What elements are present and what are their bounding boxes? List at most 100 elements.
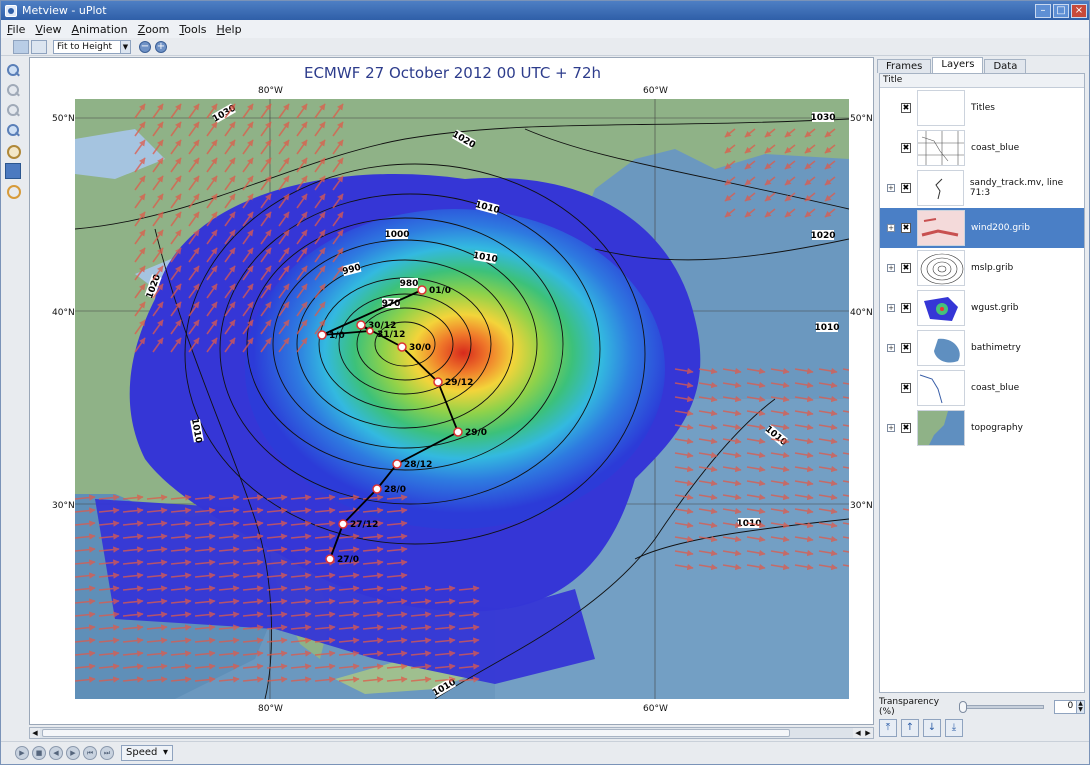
zoom-out-button[interactable]: − xyxy=(139,40,151,53)
play-icon[interactable]: ▶ xyxy=(15,745,29,760)
visibility-checkbox[interactable]: ✖ xyxy=(901,223,911,233)
transparency-input[interactable]: 0 xyxy=(1053,700,1078,714)
track-label-30-0: 30/0 xyxy=(409,343,431,353)
speed-select[interactable]: Speed ▾ xyxy=(121,744,173,761)
move-up-button[interactable]: ↑ xyxy=(901,719,919,737)
scroll-left-icon[interactable]: ◀ xyxy=(30,728,40,738)
isobar-label-1030-east: 1030 xyxy=(810,113,835,123)
scroll-right-icon[interactable]: ▶ xyxy=(863,728,873,738)
fit-mode-select[interactable]: Fit to Height xyxy=(53,39,121,54)
zoom-prev-icon[interactable] xyxy=(5,83,21,99)
expand-icon[interactable]: + xyxy=(887,184,895,192)
expand-icon[interactable]: + xyxy=(887,224,895,232)
track-label-28-12: 28/12 xyxy=(404,460,432,470)
track-label-27-0: 27/0 xyxy=(337,555,359,565)
track-label-29-0: 29/0 xyxy=(465,428,487,438)
track-label-01-0: 01/0 xyxy=(429,286,451,296)
sidebar-panel: Frames Layers Data Title ✖ Titles ✖ coas… xyxy=(877,57,1089,741)
layout-button[interactable] xyxy=(31,39,47,54)
lat-label-right-40n: 40°N xyxy=(850,308,873,318)
visibility-checkbox[interactable]: ✖ xyxy=(901,343,911,353)
menu-tools[interactable]: Tools xyxy=(179,23,206,36)
maximize-button[interactable]: □ xyxy=(1053,3,1069,18)
cursor-data-icon[interactable] xyxy=(5,183,21,199)
visibility-checkbox[interactable]: ✖ xyxy=(900,183,911,193)
zoom-stack-icon[interactable] xyxy=(5,123,21,139)
expand-icon[interactable]: + xyxy=(887,304,895,312)
visibility-checkbox[interactable]: ✖ xyxy=(901,383,911,393)
tab-frames[interactable]: Frames xyxy=(877,59,932,73)
horizontal-scrollbar[interactable]: ◀ ◀ ▶ xyxy=(29,727,874,739)
step-back-icon[interactable]: ◀ xyxy=(49,745,63,760)
first-frame-icon[interactable]: ⏮ xyxy=(83,745,97,760)
move-bottom-button[interactable]: ⤓ xyxy=(945,719,963,737)
minimize-button[interactable]: – xyxy=(1035,3,1051,18)
titles-thumb-icon xyxy=(917,90,965,126)
stop-icon[interactable]: ■ xyxy=(32,745,46,760)
app-window: Metview - uPlot – □ × File View Animatio… xyxy=(0,0,1090,765)
track-label-1-0: 1/0 xyxy=(329,331,345,341)
tab-data[interactable]: Data xyxy=(984,59,1027,73)
transparency-control: Transparency (%) 0 ▲ ▼ xyxy=(879,697,1085,717)
plot-canvas[interactable]: ECMWF 27 October 2012 00 UTC + 72h 80°W … xyxy=(29,57,874,725)
slider-handle[interactable] xyxy=(958,701,967,713)
track-label-27-12: 27/12 xyxy=(350,520,378,530)
lat-label-right-30n: 30°N xyxy=(850,501,873,511)
expand-icon[interactable]: + xyxy=(887,344,895,352)
transparency-slider[interactable] xyxy=(958,701,1044,713)
chevron-down-icon: ▾ xyxy=(162,747,168,758)
step-forward-icon[interactable]: ▶ xyxy=(66,745,80,760)
layer-row-selected[interactable]: + ✖ wind200.grib xyxy=(880,208,1084,248)
menu-bar: File View Animation Zoom Tools Help xyxy=(1,20,1089,38)
isobar-label-980: 980 xyxy=(400,279,419,289)
layer-row[interactable]: ✖ coast_blue xyxy=(880,128,1084,168)
move-top-button[interactable]: ⤒ xyxy=(879,719,897,737)
lat-label-left-50n: 50°N xyxy=(52,114,75,124)
expand-icon[interactable]: + xyxy=(887,264,895,272)
expand-icon[interactable]: + xyxy=(887,424,895,432)
last-frame-icon[interactable]: ⏭ xyxy=(100,745,114,760)
track-label-28-0: 28/0 xyxy=(384,485,406,495)
visibility-checkbox[interactable]: ✖ xyxy=(901,143,911,153)
layer-row[interactable]: ✖ Titles xyxy=(880,88,1084,128)
scroll-thumb[interactable] xyxy=(42,729,790,737)
layer-order-buttons: ⤒ ↑ ↓ ⤓ xyxy=(879,719,967,737)
area-select-icon[interactable] xyxy=(5,163,21,179)
sidebar-toggle-button[interactable] xyxy=(13,39,29,54)
menu-view[interactable]: View xyxy=(35,23,61,36)
magnifier-icon[interactable] xyxy=(5,143,21,159)
layer-row[interactable]: + ✖ mslp.grib xyxy=(880,248,1084,288)
menu-animation[interactable]: Animation xyxy=(72,23,128,36)
bathymetry-thumb-icon xyxy=(917,330,965,366)
layer-row[interactable]: ✖ coast_blue xyxy=(880,368,1084,408)
layer-row[interactable]: + ✖ bathimetry xyxy=(880,328,1084,368)
chevron-down-icon[interactable]: ▼ xyxy=(121,39,131,54)
move-down-button[interactable]: ↓ xyxy=(923,719,941,737)
layer-row[interactable]: + ✖ sandy_track.mv, line 71:3 xyxy=(880,168,1084,208)
weather-map[interactable]: 1030 1020 1010 1000 990 980 970 1030 102… xyxy=(75,99,849,699)
layer-row[interactable]: + ✖ topography xyxy=(880,408,1084,448)
close-button[interactable]: × xyxy=(1071,3,1087,18)
wind-thumb-icon xyxy=(917,210,965,246)
visibility-checkbox[interactable]: ✖ xyxy=(901,303,911,313)
spin-arrows-icon[interactable]: ▲ ▼ xyxy=(1077,700,1085,714)
zoom-in-button[interactable]: + xyxy=(155,40,167,53)
zoom-next-icon[interactable] xyxy=(5,103,21,119)
layers-list: Title ✖ Titles ✖ coast_blue + ✖ sandy_tr… xyxy=(879,73,1085,693)
tab-layers[interactable]: Layers xyxy=(932,57,984,73)
zoom-tool-icon[interactable] xyxy=(5,63,21,79)
map-svg: 1030 1020 1010 1000 990 980 970 1030 102… xyxy=(75,99,849,699)
menu-file[interactable]: File xyxy=(7,23,25,36)
visibility-checkbox[interactable]: ✖ xyxy=(901,263,911,273)
menu-help[interactable]: Help xyxy=(216,23,241,36)
lon-label-top-60w: 60°W xyxy=(643,86,668,96)
track-label-31-12: 31/12 xyxy=(377,330,405,340)
menu-zoom[interactable]: Zoom xyxy=(138,23,170,36)
visibility-checkbox[interactable]: ✖ xyxy=(901,103,911,113)
metview-app-icon xyxy=(5,4,17,17)
scroll-left-end-icon[interactable]: ◀ xyxy=(853,728,863,738)
lon-label-bottom-80w: 80°W xyxy=(258,704,283,714)
layer-row[interactable]: + ✖ wgust.grib xyxy=(880,288,1084,328)
lon-label-top-80w: 80°W xyxy=(258,86,283,96)
visibility-checkbox[interactable]: ✖ xyxy=(901,423,911,433)
